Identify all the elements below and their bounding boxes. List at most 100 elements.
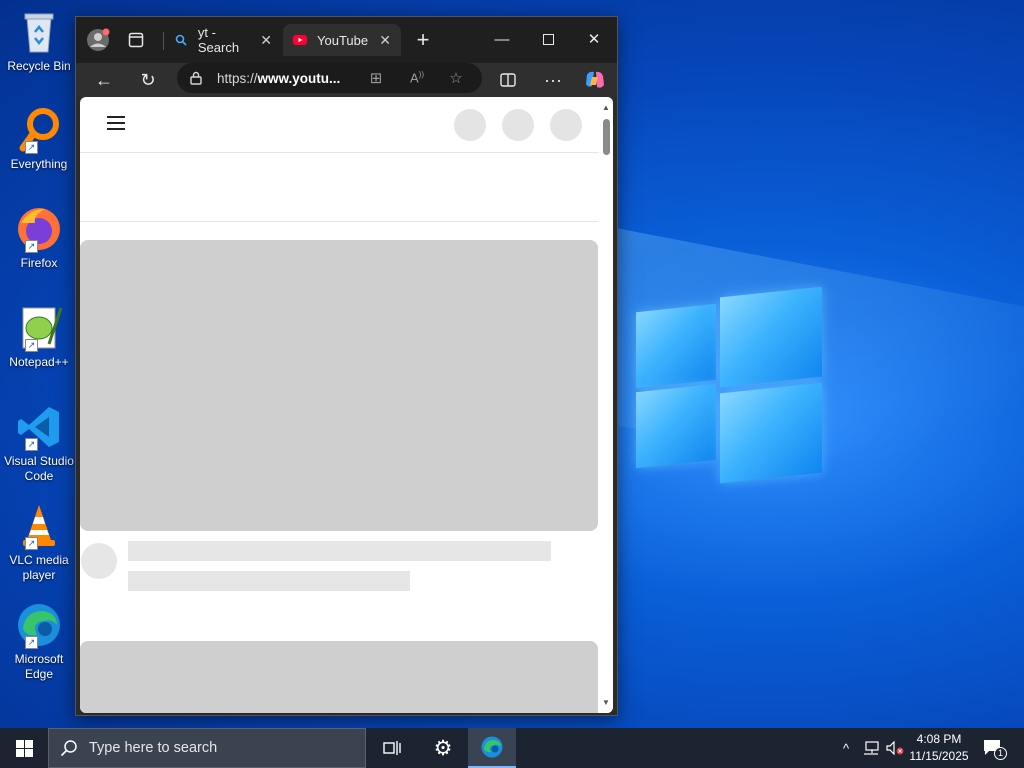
video-thumbnail-placeholder bbox=[80, 240, 598, 531]
video-thumbnail-placeholder bbox=[80, 641, 598, 713]
edge-taskbar-button[interactable] bbox=[468, 728, 516, 768]
tab-close-icon[interactable]: ✕ bbox=[260, 32, 272, 49]
desktop-icon-label: Notepad++ bbox=[9, 355, 69, 369]
maximize-icon bbox=[542, 33, 554, 45]
browser-toolbar: ← ↻ https://www.youtu... ⊞ A)) ☆ ··· bbox=[76, 63, 617, 97]
channel-avatar-placeholder bbox=[81, 543, 117, 579]
maximize-button[interactable] bbox=[525, 24, 571, 54]
edge-browser-window: yt - Search ✕ YouTube ✕ + — ✕ ← ↻ https:… bbox=[75, 16, 618, 716]
back-arrow-icon: ← bbox=[95, 69, 113, 90]
close-window-button[interactable]: ✕ bbox=[571, 24, 617, 54]
new-tab-button[interactable]: + bbox=[409, 26, 437, 54]
start-button[interactable] bbox=[0, 728, 48, 768]
tab-title: YouTube bbox=[317, 32, 369, 48]
url-prefix: https:// bbox=[217, 70, 258, 86]
tab-yt-search[interactable]: yt - Search ✕ bbox=[164, 24, 282, 56]
minimize-button[interactable]: — bbox=[479, 24, 525, 54]
tab-title: yt - Search bbox=[197, 25, 240, 55]
url-host: www.youtu... bbox=[257, 70, 341, 86]
header-placeholder-button[interactable] bbox=[502, 109, 534, 141]
page-scrollbar[interactable]: ▲ ▼ bbox=[599, 97, 613, 713]
app-available-button[interactable]: ⊞ bbox=[365, 67, 387, 89]
settings-taskbar-button[interactable]: ⚙ bbox=[419, 728, 467, 768]
header-placeholder-button[interactable] bbox=[454, 109, 486, 141]
desktop-icon-notepad-plus-plus[interactable]: ↗ Notepad++ bbox=[2, 304, 76, 370]
notification-center-button[interactable]: 1 bbox=[980, 728, 1007, 768]
scrollbar-thumb[interactable] bbox=[603, 119, 610, 155]
desktop-icon-edge[interactable]: ↗ Microsoft Edge bbox=[2, 601, 76, 682]
desktop-icon-vscode[interactable]: ↗ Visual Studio Code bbox=[2, 403, 76, 484]
lock-icon bbox=[190, 71, 202, 85]
tab-actions-icon bbox=[128, 32, 144, 48]
youtube-icon bbox=[293, 33, 307, 47]
shortcut-arrow-icon: ↗ bbox=[25, 438, 38, 451]
clock[interactable]: 4:08 PM 11/15/2025 bbox=[902, 731, 976, 765]
tab-youtube[interactable]: YouTube ✕ bbox=[283, 24, 401, 56]
favorite-button[interactable]: ☆ bbox=[445, 67, 467, 89]
windows-logo-wallpaper bbox=[636, 286, 822, 484]
refresh-icon: ↻ bbox=[140, 69, 156, 90]
youtube-header bbox=[80, 97, 600, 153]
tab-close-icon[interactable]: ✕ bbox=[379, 32, 391, 49]
desktop-icon-label: Visual Studio Code bbox=[4, 454, 74, 483]
video-title-placeholder bbox=[128, 541, 551, 561]
clock-time: 4:08 PM bbox=[916, 732, 962, 746]
read-aloud-icon: A)) bbox=[410, 70, 424, 86]
notification-count: 1 bbox=[994, 747, 1007, 760]
scroll-down-arrow-icon[interactable]: ▼ bbox=[602, 698, 610, 707]
desktop-icon-label: Everything bbox=[10, 157, 68, 171]
split-screen-button[interactable] bbox=[494, 66, 522, 94]
star-icon: ☆ bbox=[449, 70, 463, 87]
split-screen-icon bbox=[500, 73, 516, 87]
copilot-button[interactable] bbox=[581, 66, 609, 94]
plus-icon: + bbox=[416, 27, 430, 52]
notepad-plus-plus-icon: ↗ bbox=[15, 304, 63, 352]
task-view-icon bbox=[383, 741, 401, 755]
desktop-icon-label: Recycle Bin bbox=[7, 59, 71, 73]
app-grid-icon: ⊞ bbox=[369, 70, 383, 87]
desktop-icon-recycle-bin[interactable]: Recycle Bin bbox=[2, 8, 76, 74]
read-aloud-button[interactable]: A)) bbox=[406, 67, 428, 89]
tab-actions-button[interactable] bbox=[122, 26, 150, 54]
firefox-icon: ↗ bbox=[15, 205, 63, 253]
desktop-icon-vlc[interactable]: ↗ VLC media player bbox=[2, 502, 76, 583]
desktop-icon-label: Microsoft Edge bbox=[14, 652, 64, 681]
back-button[interactable]: ← bbox=[90, 66, 118, 94]
address-bar[interactable]: https://www.youtu... bbox=[177, 63, 482, 93]
shortcut-arrow-icon: ↗ bbox=[25, 636, 38, 649]
refresh-button[interactable]: ↻ bbox=[134, 66, 162, 94]
chip-bar-placeholder bbox=[80, 154, 600, 222]
taskbar-search-box[interactable]: Type here to search bbox=[48, 728, 366, 768]
scroll-up-arrow-icon[interactable]: ▲ bbox=[602, 103, 610, 112]
everything-search-icon: ↗ bbox=[15, 106, 63, 154]
ellipsis-icon: ··· bbox=[544, 69, 562, 90]
shortcut-arrow-icon: ↗ bbox=[25, 537, 38, 550]
gear-icon: ⚙ bbox=[433, 736, 453, 760]
windows-start-icon bbox=[15, 739, 33, 757]
desktop-icon-everything[interactable]: ↗ Everything bbox=[2, 106, 76, 172]
bing-search-icon bbox=[174, 33, 188, 47]
menu-hamburger-icon[interactable] bbox=[107, 116, 125, 130]
network-button[interactable] bbox=[860, 728, 882, 768]
desktop-icon-firefox[interactable]: ↗ Firefox bbox=[2, 205, 76, 271]
show-hidden-icons-button[interactable]: ^ bbox=[836, 728, 856, 768]
header-placeholder-button[interactable] bbox=[550, 109, 582, 141]
edge-icon bbox=[481, 736, 503, 758]
search-placeholder: Type here to search bbox=[89, 740, 218, 756]
vlc-cone-icon: ↗ bbox=[15, 502, 63, 550]
close-icon: ✕ bbox=[587, 31, 601, 48]
chevron-up-icon: ^ bbox=[842, 740, 850, 756]
network-icon bbox=[864, 741, 879, 755]
profile-button[interactable] bbox=[84, 26, 112, 54]
more-options-button[interactable]: ··· bbox=[539, 66, 567, 94]
profile-avatar-icon bbox=[87, 28, 110, 51]
shortcut-arrow-icon: ↗ bbox=[25, 240, 38, 253]
shortcut-arrow-icon: ↗ bbox=[25, 141, 38, 154]
tab-bar: yt - Search ✕ YouTube ✕ + — ✕ bbox=[76, 17, 617, 63]
desktop-icon-label: VLC media player bbox=[9, 553, 69, 582]
clock-date: 11/15/2025 bbox=[909, 749, 969, 763]
copilot-icon bbox=[586, 71, 604, 88]
shortcut-arrow-icon: ↗ bbox=[25, 339, 38, 352]
task-view-button[interactable] bbox=[368, 728, 416, 768]
search-icon bbox=[49, 739, 89, 757]
